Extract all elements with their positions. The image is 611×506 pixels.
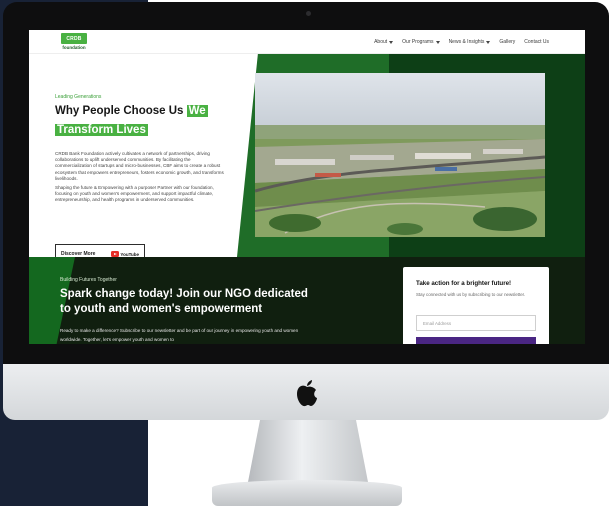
newsletter-section: Building Futures Together Spark change t… [29,257,585,344]
section-eyebrow: Building Futures Together [60,277,117,283]
main-nav: About Our Programs News & Insights Galle… [374,39,549,45]
monitor-stand-neck [248,420,368,482]
imac-mockup: CRDB foundation About Our Programs News … [0,0,611,506]
website-screen: CRDB foundation About Our Programs News … [29,30,585,344]
aerial-photo [255,73,545,237]
camera-icon [306,11,311,16]
hero-eyebrow: Leading Generations [55,94,102,100]
subscribe-button[interactable] [416,337,536,344]
logo-mark: CRDB [61,33,87,44]
nav-item-about[interactable]: About [374,39,394,45]
chevron-down-icon [486,40,491,44]
hero-section: Leading Generations Why People Choose Us… [29,54,585,264]
card-subtitle: Stay connected with us by subscribing to… [416,292,526,297]
site-logo[interactable]: CRDB foundation [59,33,89,52]
chevron-down-icon [435,40,440,44]
nav-item-our-programs[interactable]: Our Programs [402,39,440,45]
hero-title: Why People Choose Us We Transform Lives [55,105,208,136]
section-body: Ready to make a difference? Subscribe to… [60,328,299,342]
section-title: Spark change today! Join our NGO dedicat… [60,288,308,315]
card-title: Take action for a brighter future! [416,280,512,287]
nav-item-gallery[interactable]: Gallery [499,39,515,45]
chevron-down-icon [389,40,394,44]
email-input[interactable]: Email Address [416,315,536,331]
nav-item-contact-us[interactable]: Contact Us [524,39,549,45]
monitor-stand-foot [212,480,402,506]
nav-item-news-insights[interactable]: News & Insights [449,39,491,45]
apple-logo-icon [297,380,317,407]
site-header: CRDB foundation About Our Programs News … [29,30,585,54]
hero-description: CRDB Bank Foundation actively cultivates… [55,151,224,203]
logo-text: foundation [62,45,86,50]
subscribe-card: Take action for a brighter future! Stay … [403,267,549,344]
